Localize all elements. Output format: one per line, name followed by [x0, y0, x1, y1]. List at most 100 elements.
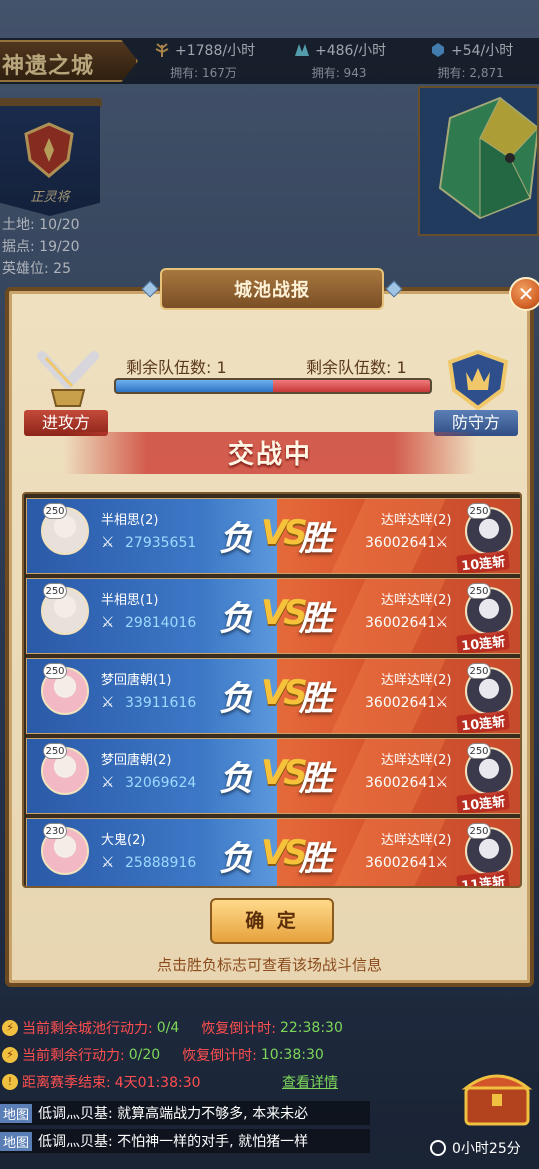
- attacker-name: 梦回唐朝(2): [101, 753, 172, 768]
- level-badge: 250: [467, 663, 491, 679]
- level-badge: 250: [467, 583, 491, 599]
- victory-mark[interactable]: 胜: [299, 591, 333, 640]
- season-info: ! 距离赛季结束: 4天01:38:30: [2, 1072, 201, 1092]
- chat-channel-tag: 地图: [0, 1103, 33, 1123]
- recover-value: 22:38:30: [279, 1020, 343, 1036]
- defender-name: 达咩达咩(2): [381, 593, 452, 608]
- close-button[interactable]: ✕: [509, 277, 539, 311]
- battle-status: 交战中: [227, 440, 312, 470]
- sword-icon: ⚔: [435, 853, 449, 871]
- chat-message[interactable]: 地图 低调灬贝基: 就算高端战力不够多, 本来未必: [0, 1101, 370, 1125]
- level-badge: 250: [43, 663, 67, 679]
- defender-team-count: 剩余队伍数: 1: [306, 358, 407, 377]
- level-badge: 230: [43, 823, 67, 839]
- sword-icon: ⚔: [101, 533, 115, 551]
- defeat-mark[interactable]: 负: [219, 591, 253, 640]
- level-badge: 250: [467, 823, 491, 839]
- timer: 0小时25分: [430, 1138, 521, 1158]
- sword-icon: ⚔: [435, 533, 449, 551]
- defeat-mark[interactable]: 负: [219, 751, 253, 800]
- exclamation-icon: !: [2, 1074, 18, 1090]
- info-label: 距离赛季结束:: [22, 1075, 111, 1091]
- chat-channel-tag: 地图: [0, 1131, 33, 1151]
- defender-power: 36002641: [365, 775, 437, 791]
- sword-icon: ⚔: [435, 613, 449, 631]
- dialog-header: 城池战报: [141, 266, 403, 312]
- vs-mark[interactable]: VS: [261, 833, 308, 873]
- info-label: 当前剩余城池行动力:: [22, 1021, 153, 1037]
- victory-mark[interactable]: 胜: [299, 511, 333, 560]
- sword-icon: ⚔: [101, 613, 115, 631]
- defender-name: 达咩达咩(2): [381, 753, 452, 768]
- defender-name: 达咩达咩(2): [381, 833, 452, 848]
- victory-mark[interactable]: 胜: [299, 831, 333, 880]
- attacker-power: 33911616: [125, 695, 197, 711]
- attacker-bar-fill: [116, 380, 273, 392]
- vs-mark[interactable]: VS: [261, 673, 308, 713]
- level-badge: 250: [467, 743, 491, 759]
- battle-list[interactable]: 250 半相思(2) ⚔ 27935651 负 VS 胜达咩达咩(2) 36002641 ⚔ 25…: [22, 492, 522, 888]
- level-badge: 250: [467, 503, 491, 519]
- battle-row[interactable]: 250 半相思(2) ⚔ 27935651 负 VS 胜达咩达咩(2) 36002641 ⚔ 25…: [26, 498, 520, 574]
- dialog-title: 城池战报: [234, 280, 310, 301]
- info-label: 当前剩余行动力:: [22, 1048, 125, 1064]
- level-badge: 250: [43, 583, 67, 599]
- action-info: ⚡ 当前剩余行动力: 0/20 恢复倒计时: 10:38:30: [2, 1045, 324, 1065]
- lightning-icon: ⚡: [2, 1020, 18, 1036]
- force-ratio-bar: [114, 378, 432, 394]
- close-icon: ✕: [517, 282, 535, 306]
- info-value: 0/4: [156, 1020, 180, 1036]
- recover-label: 恢复倒计时:: [182, 1048, 257, 1064]
- attacker-power: 25888916: [125, 855, 197, 871]
- sword-icon: ⚔: [435, 773, 449, 791]
- defender-name: 达咩达咩(2): [381, 513, 452, 528]
- defender-power: 36002641: [365, 615, 437, 631]
- timer-text: 0小时25分: [452, 1141, 521, 1157]
- info-value: 4天01:38:30: [114, 1075, 201, 1091]
- chat-text: 低调灬贝基: 不怕神一样的对手, 就怕猪一样: [38, 1134, 309, 1150]
- clock-icon: [430, 1140, 446, 1156]
- defender-power: 36002641: [365, 535, 437, 551]
- sword-icon: ⚔: [101, 773, 115, 791]
- attacker-name: 梦回唐朝(1): [101, 673, 172, 688]
- victory-mark[interactable]: 胜: [299, 751, 333, 800]
- battle-row[interactable]: 250 梦回唐朝(2) ⚔ 32069624 负 VS 胜达咩达咩(2) 36002641 ⚔ 2…: [26, 738, 520, 814]
- battle-row[interactable]: 250 梦回唐朝(1) ⚔ 33911616 负 VS 胜达咩达咩(2) 36002641 ⚔ 2…: [26, 658, 520, 734]
- defender-bar-fill: [273, 380, 430, 392]
- defeat-mark[interactable]: 负: [219, 671, 253, 720]
- vs-mark[interactable]: VS: [261, 753, 308, 793]
- battle-row[interactable]: 230 大鬼(2) ⚔ 25888916 负 VS 胜达咩达咩(2) 36002641 ⚔ 250…: [26, 818, 520, 886]
- defender-power: 36002641: [365, 695, 437, 711]
- chat-text: 低调灬贝基: 就算高端战力不够多, 本来未必: [38, 1106, 309, 1122]
- info-value: 0/20: [128, 1047, 161, 1063]
- chat-message[interactable]: 地图 低调灬贝基: 不怕神一样的对手, 就怕猪一样: [0, 1129, 370, 1153]
- recover-value: 10:38:30: [260, 1047, 324, 1063]
- lightning-icon: ⚡: [2, 1047, 18, 1063]
- attacker-power: 29814016: [125, 615, 197, 631]
- hint-text: 点击胜负标志可查看该场战斗信息: [156, 956, 382, 974]
- attacker-power: 32069624: [125, 775, 197, 791]
- recover-label: 恢复倒计时:: [201, 1021, 276, 1037]
- attacker-name: 大鬼(2): [101, 833, 146, 848]
- attacker-name: 半相思(1): [101, 593, 159, 608]
- level-badge: 250: [43, 743, 67, 759]
- treasure-chest-icon[interactable]: [460, 1064, 534, 1128]
- attacker-power: 27935651: [125, 535, 197, 551]
- defeat-mark[interactable]: 负: [219, 511, 253, 560]
- defeat-mark[interactable]: 负: [219, 831, 253, 880]
- defender-name: 达咩达咩(2): [381, 673, 452, 688]
- vs-mark[interactable]: VS: [261, 513, 308, 553]
- battle-row[interactable]: 250 半相思(1) ⚔ 29814016 负 VS 胜达咩达咩(2) 36002641 ⚔ 25…: [26, 578, 520, 654]
- city-action-info: ⚡ 当前剩余城池行动力: 0/4 恢复倒计时: 22:38:30: [2, 1018, 343, 1038]
- defender-power: 36002641: [365, 855, 437, 871]
- sword-icon: ⚔: [435, 693, 449, 711]
- attacker-name: 半相思(2): [101, 513, 159, 528]
- crossed-swords-icon: [37, 351, 99, 407]
- shield-crown-icon: [447, 350, 509, 410]
- sword-icon: ⚔: [101, 853, 115, 871]
- attacker-team-count: 剩余队伍数: 1: [126, 358, 227, 377]
- vs-mark[interactable]: VS: [261, 593, 308, 633]
- victory-mark[interactable]: 胜: [299, 671, 333, 720]
- confirm-button[interactable]: 确 定: [210, 898, 334, 944]
- view-details-link[interactable]: 查看详情: [282, 1072, 338, 1092]
